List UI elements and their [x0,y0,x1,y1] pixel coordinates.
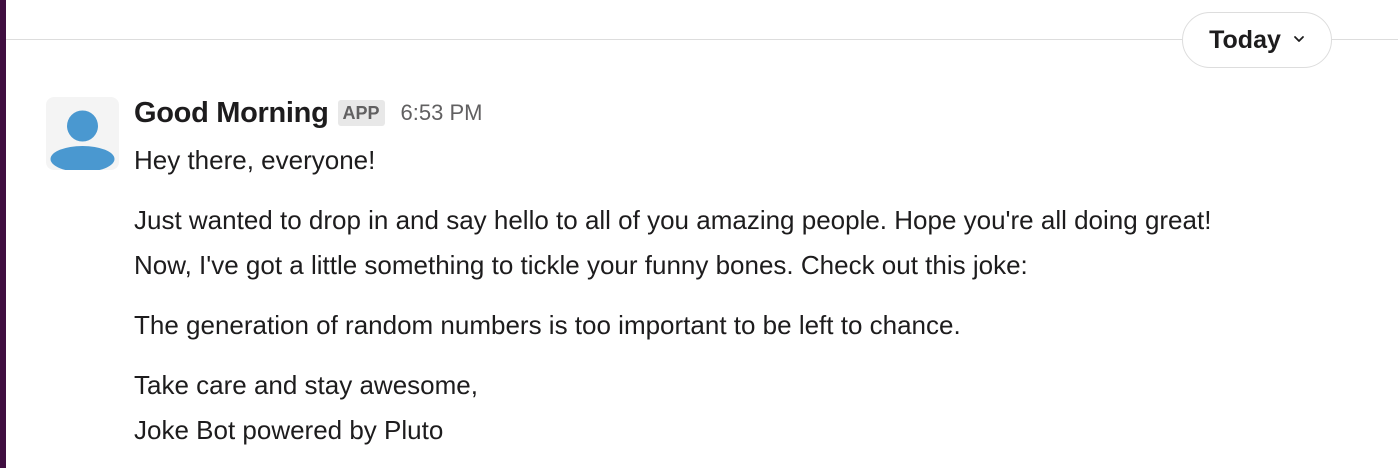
chevron-down-icon [1293,32,1305,44]
message-line: Joke Bot powered by Pluto [134,415,444,445]
message-timestamp[interactable]: 6:53 PM [401,100,483,126]
message-line: Just wanted to drop in and say hello to … [134,205,1212,235]
message-pane: Today Good Morning APP 6:53 PM Hey there… [0,0,1398,468]
sender-name[interactable]: Good Morning [134,97,329,130]
message-body: Hey there, everyone! Just wanted to drop… [134,138,1384,453]
user-avatar-icon [50,110,115,170]
app-badge: APP [337,100,385,126]
message-header: Good Morning APP 6:53 PM [134,94,1384,132]
sender-avatar[interactable] [46,97,119,170]
message-line: Now, I've got a little something to tick… [134,250,1028,280]
date-divider-button[interactable]: Today [1182,12,1332,68]
message-line: Hey there, everyone! [134,145,376,175]
sidebar-edge [0,0,6,468]
message-line: Take care and stay awesome, [134,370,478,400]
message: Good Morning APP 6:53 PM Hey there, ever… [134,94,1384,453]
message-line: The generation of random numbers is too … [134,310,961,340]
date-divider-label: Today [1209,25,1281,54]
